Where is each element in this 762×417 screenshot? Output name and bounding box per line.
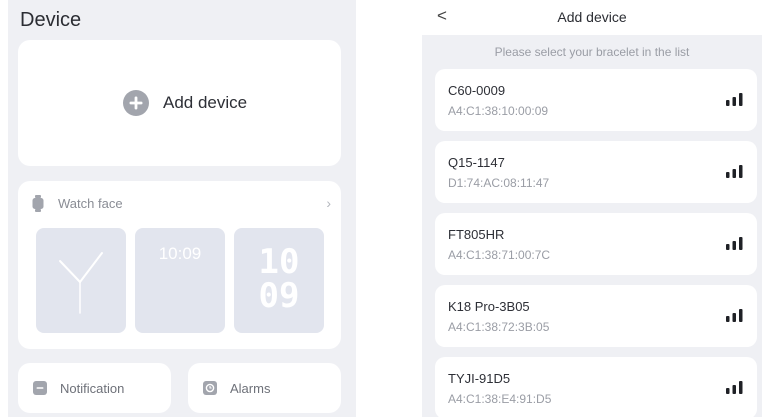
device-mac: A4:C1:38:72:3B:05 bbox=[448, 320, 550, 334]
device-item[interactable]: K18 Pro-3B05 A4:C1:38:72:3B:05 bbox=[435, 285, 757, 347]
device-name: TYJI-91D5 bbox=[448, 371, 511, 386]
signal-strength-icon bbox=[726, 309, 743, 322]
device-list: C60-0009 A4:C1:38:10:00:09 Q15-1147 D1:7… bbox=[435, 69, 757, 417]
device-name: Q15-1147 bbox=[448, 155, 505, 170]
watch-face-title: Watch face bbox=[58, 195, 123, 211]
device-name: FT805HR bbox=[448, 227, 505, 242]
watch-face-big-digits[interactable]: 10 09 bbox=[234, 228, 324, 333]
big-digits-minutes: 09 bbox=[258, 276, 300, 316]
device-name: C60-0009 bbox=[448, 83, 506, 98]
signal-strength-icon bbox=[726, 165, 743, 178]
watch-face-header[interactable]: Watch face › bbox=[32, 192, 331, 214]
device-item[interactable]: Q15-1147 D1:74:AC:08:11:47 bbox=[435, 141, 757, 203]
watch-icon bbox=[32, 194, 44, 212]
select-hint: Please select your bracelet in the list bbox=[494, 45, 690, 59]
message-icon bbox=[33, 381, 47, 395]
device-mac: A4:C1:38:71:00:7C bbox=[448, 248, 551, 262]
add-device-label: Add device bbox=[163, 93, 248, 112]
digital-time: 10:09 bbox=[158, 244, 202, 263]
add-device-button[interactable]: Add device bbox=[122, 89, 247, 117]
device-item[interactable]: C60-0009 A4:C1:38:10:00:09 bbox=[435, 69, 757, 131]
watch-face-analog[interactable] bbox=[36, 228, 126, 333]
notification-button[interactable]: Notification bbox=[18, 363, 171, 413]
device-item[interactable]: FT805HR A4:C1:38:71:00:7C bbox=[435, 213, 757, 275]
watch-face-digital[interactable]: 10:09 bbox=[135, 228, 225, 333]
alarms-button[interactable]: Alarms bbox=[188, 363, 341, 413]
notification-label: Notification bbox=[60, 380, 125, 396]
plus-circle-icon bbox=[123, 90, 149, 116]
add-device-screen: < Add device Please select your bracelet… bbox=[422, 0, 762, 417]
signal-strength-icon bbox=[726, 93, 743, 106]
clock-icon bbox=[203, 381, 217, 395]
watch-face-card: Watch face › 10:09 10 09 bbox=[18, 181, 341, 349]
page-title: Device bbox=[20, 9, 82, 31]
big-digits-hours: 10 bbox=[258, 242, 300, 282]
signal-strength-icon bbox=[726, 237, 743, 250]
device-mac: D1:74:AC:08:11:47 bbox=[448, 176, 550, 190]
analog-hands-icon bbox=[59, 252, 103, 314]
signal-strength-icon bbox=[726, 381, 743, 394]
nav-bar: < Add device bbox=[422, 0, 762, 35]
alarms-label: Alarms bbox=[230, 380, 271, 396]
device-mac: A4:C1:38:E4:91:D5 bbox=[448, 392, 552, 406]
device-mac: A4:C1:38:10:00:09 bbox=[448, 104, 549, 118]
chevron-right-icon: › bbox=[326, 195, 331, 211]
nav-title: Add device bbox=[557, 9, 627, 25]
device-item[interactable]: TYJI-91D5 A4:C1:38:E4:91:D5 bbox=[435, 357, 757, 417]
device-screen: Device Add device Watch face › 10:09 10 … bbox=[8, 0, 356, 417]
add-device-card: Add device bbox=[18, 40, 341, 166]
device-name: K18 Pro-3B05 bbox=[448, 299, 530, 314]
